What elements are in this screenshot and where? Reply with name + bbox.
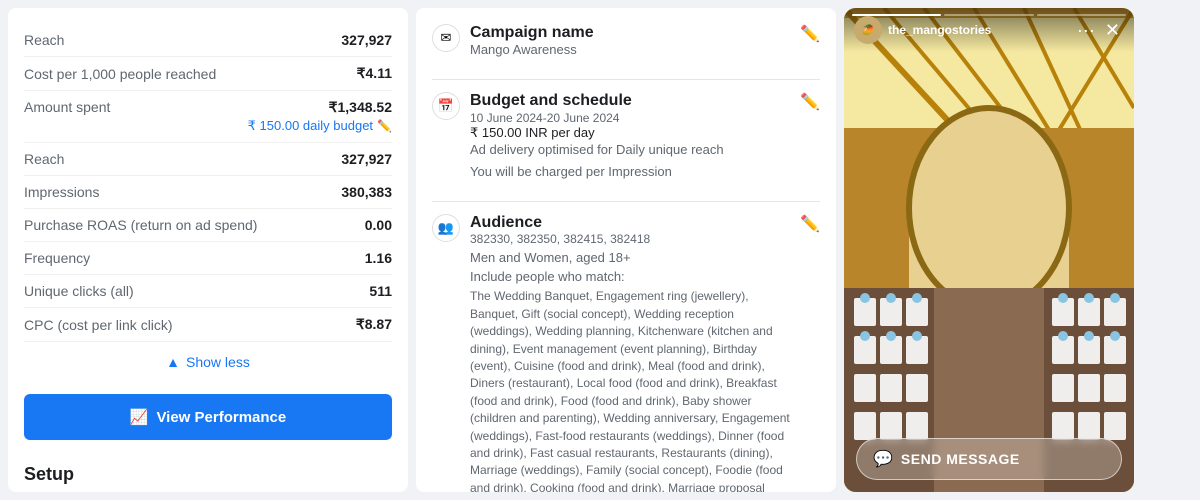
progress-bar-2 xyxy=(944,14,1033,16)
campaign-name-value: Mango Awareness xyxy=(470,42,594,57)
performance-chart-icon: 📈 xyxy=(130,408,149,426)
story-progress xyxy=(852,14,1126,16)
audience-include-label: Include people who match: xyxy=(470,269,790,284)
budget-section-icon: 📅 xyxy=(432,92,460,120)
view-performance-button[interactable]: 📈 View Performance xyxy=(24,394,392,440)
metric-row-unique-clicks: Unique clicks (all) 511 xyxy=(24,275,392,308)
metric-label-roas: Purchase ROAS (return on ad spend) xyxy=(24,217,257,233)
metric-value-amount-spent: ₹1,348.52 xyxy=(329,99,392,116)
people-icon: 👥 xyxy=(438,220,454,236)
metric-value-frequency: 1.16 xyxy=(365,250,392,266)
edit-audience-button[interactable]: ✏️ xyxy=(800,214,820,234)
avatar: 🥭 xyxy=(854,16,882,44)
metric-label-amount-spent: Amount spent xyxy=(24,99,110,116)
budget-section: 📅 Budget and schedule 10 June 2024-20 Ju… xyxy=(432,92,820,185)
budget-date-range: 10 June 2024-20 June 2024 xyxy=(470,110,790,125)
budget-link[interactable]: ₹ 150.00 daily budget ✏️ xyxy=(248,118,392,134)
setup-section: Setup 🚩 Campaign name ✏️ xyxy=(24,452,392,492)
more-icon: ··· xyxy=(1077,20,1095,40)
metric-row-reach-2: Reach 327,927 xyxy=(24,143,392,176)
edit-campaign-name-button[interactable]: ✏️ xyxy=(800,24,820,44)
audience-content: Audience 382330, 382350, 382415, 382418 … xyxy=(470,214,790,492)
envelope-icon: ✉ xyxy=(441,30,452,46)
calendar-icon: 📅 xyxy=(438,98,454,114)
budget-link-text: ₹ 150.00 daily budget xyxy=(248,118,373,134)
audience-interests: The Wedding Banquet, Engagement ring (je… xyxy=(470,288,790,492)
story-more-button[interactable]: ··· xyxy=(1071,18,1101,43)
audience-ids: 382330, 382350, 382415, 382418 xyxy=(470,232,790,246)
audience-header: 👥 Audience 382330, 382350, 382415, 38241… xyxy=(432,214,820,492)
metric-value-cpc: ₹8.87 xyxy=(356,316,392,333)
metric-label-frequency: Frequency xyxy=(24,250,90,266)
left-panel: Reach 327,927 Cost per 1,000 people reac… xyxy=(8,8,408,492)
metric-value-reach-2: 327,927 xyxy=(341,151,392,167)
progress-bar-1 xyxy=(852,14,941,16)
budget-daily-amount: ₹ 150.00 INR per day xyxy=(470,125,790,141)
metric-label-cpm: Cost per 1,000 people reached xyxy=(24,66,216,82)
campaign-section-icon: ✉ xyxy=(432,24,460,52)
show-less-button[interactable]: ▲ Show less xyxy=(24,342,392,382)
divider-2 xyxy=(432,201,820,202)
divider-1 xyxy=(432,79,820,80)
budget-title: Budget and schedule xyxy=(470,92,790,110)
chevron-up-icon: ▲ xyxy=(166,354,180,370)
close-icon: ✕ xyxy=(1105,20,1120,40)
audience-demo: Men and Women, aged 18+ xyxy=(470,250,790,265)
budget-header: 📅 Budget and schedule 10 June 2024-20 Ju… xyxy=(432,92,820,185)
metric-label-reach-2: Reach xyxy=(24,151,64,167)
metric-row-roas: Purchase ROAS (return on ad spend) 0.00 xyxy=(24,209,392,242)
edit-budget-button[interactable]: ✏️ xyxy=(800,92,820,112)
setup-title: Setup xyxy=(24,464,392,485)
edit-budget-icon[interactable]: ✏️ xyxy=(377,119,392,133)
metric-value-reach-1: 327,927 xyxy=(341,32,392,48)
metric-value-cpm: ₹4.11 xyxy=(357,65,392,82)
right-panel: 🥭 the_mangostories ··· ✕ xyxy=(844,8,1134,492)
campaign-name-header: ✉ Campaign name Mango Awareness ✏️ xyxy=(432,24,820,63)
budget-delivery-note: Ad delivery optimised for Daily unique r… xyxy=(470,141,790,159)
message-icon: 💬 xyxy=(873,449,893,469)
story-close-button[interactable]: ✕ xyxy=(1101,18,1124,43)
metric-row-frequency: Frequency 1.16 xyxy=(24,242,392,275)
metric-row-amount-spent: Amount spent ₹1,348.52 ₹ 150.00 daily bu… xyxy=(24,91,392,143)
metric-label-unique-clicks: Unique clicks (all) xyxy=(24,283,134,299)
show-less-label: Show less xyxy=(186,354,250,370)
story-scene-svg xyxy=(844,8,1134,492)
campaign-name-block: Campaign name Mango Awareness xyxy=(470,24,594,63)
metric-value-impressions: 380,383 xyxy=(341,184,392,200)
metric-row-impressions: Impressions 380,383 xyxy=(24,176,392,209)
audience-section-icon: 👥 xyxy=(432,214,460,242)
metric-value-roas: 0.00 xyxy=(365,217,392,233)
budget-charge-note: You will be charged per Impression xyxy=(470,163,790,181)
budget-dates: 10 June 2024-20 June 2024 xyxy=(470,111,619,125)
send-message-label: SEND MESSAGE xyxy=(901,451,1020,467)
progress-bar-3 xyxy=(1037,14,1126,16)
budget-content: Budget and schedule 10 June 2024-20 June… xyxy=(470,92,790,185)
story-background xyxy=(844,8,1134,492)
metric-value-unique-clicks: 511 xyxy=(369,283,392,299)
metric-row-cpm: Cost per 1,000 people reached ₹4.11 xyxy=(24,57,392,91)
audience-title: Audience xyxy=(470,214,790,232)
metric-label-impressions: Impressions xyxy=(24,184,99,200)
view-performance-label: View Performance xyxy=(156,409,286,426)
campaign-name-title: Campaign name xyxy=(470,24,594,42)
metric-row-reach-1: Reach 327,927 xyxy=(24,24,392,57)
metric-row-cpc: CPC (cost per link click) ₹8.87 xyxy=(24,308,392,342)
campaign-name-section: ✉ Campaign name Mango Awareness ✏️ xyxy=(432,24,820,63)
metric-label-reach-1: Reach xyxy=(24,32,64,48)
story-username: the_mangostories xyxy=(888,23,1071,37)
audience-section: 👥 Audience 382330, 382350, 382415, 38241… xyxy=(432,214,820,492)
metric-label-cpc: CPC (cost per link click) xyxy=(24,317,173,333)
middle-panel: ✉ Campaign name Mango Awareness ✏️ 📅 Bud… xyxy=(416,8,836,492)
send-message-bar[interactable]: 💬 SEND MESSAGE xyxy=(856,438,1122,480)
